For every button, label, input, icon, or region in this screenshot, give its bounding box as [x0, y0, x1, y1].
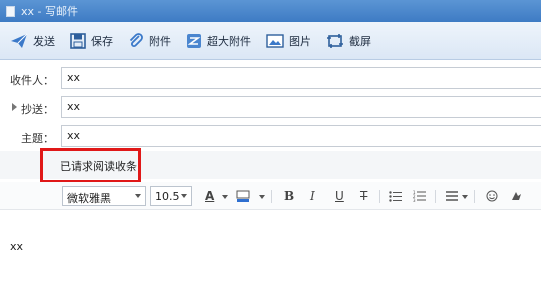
bold-icon[interactable]: B	[284, 189, 294, 203]
window-title: xx - 写邮件	[21, 5, 78, 18]
chevron-down-icon	[181, 194, 187, 198]
chevron-down-icon[interactable]	[259, 195, 265, 199]
save-label: 保存	[91, 34, 113, 48]
to-label: 收件人：	[10, 74, 54, 87]
big-attach-button[interactable]: 超大附件	[186, 29, 251, 53]
expand-arrow-icon[interactable]	[12, 103, 17, 111]
font-size-select[interactable]: 10.5	[150, 186, 192, 206]
cc-row: 抄送： xx	[0, 96, 541, 120]
chevron-down-icon[interactable]	[462, 195, 468, 199]
divider	[379, 190, 380, 203]
cc-field[interactable]: xx	[61, 96, 541, 118]
format-toolbar: 微软雅黑 10.5 A B I U T 1 2 3	[0, 182, 541, 210]
strikethrough-icon[interactable]: T	[360, 189, 367, 203]
subject-field[interactable]: xx	[61, 125, 541, 147]
image-button[interactable]: 图片	[266, 29, 311, 53]
document-icon	[6, 5, 15, 17]
emoji-icon[interactable]	[486, 190, 498, 202]
screenshot-button[interactable]: 截屏	[326, 29, 371, 53]
svg-text:3: 3	[413, 198, 416, 202]
send-label: 发送	[33, 34, 55, 48]
bullet-list-icon[interactable]	[389, 191, 402, 202]
chevron-down-icon	[135, 194, 141, 198]
save-button[interactable]: 保存	[70, 29, 113, 53]
attach-label: 附件	[149, 34, 171, 48]
save-icon	[70, 32, 86, 49]
screenshot-icon	[327, 33, 343, 48]
divider	[435, 190, 436, 203]
font-color-icon[interactable]: A	[205, 189, 214, 203]
subject-label: 主题：	[21, 132, 54, 145]
attach-button[interactable]: 附件	[128, 29, 171, 53]
to-row: 收件人： xx	[0, 67, 541, 91]
image-icon	[266, 33, 284, 48]
send-icon	[11, 33, 28, 48]
font-size-value: 10.5	[155, 190, 180, 203]
subject-row: 主题： xx	[0, 125, 541, 149]
to-field[interactable]: xx	[61, 67, 541, 89]
paperclip-icon	[129, 32, 143, 47]
numbered-list-icon[interactable]: 1 2 3	[413, 190, 426, 202]
divider	[271, 190, 272, 203]
align-icon[interactable]	[446, 191, 458, 201]
font-family-select[interactable]: 微软雅黑	[62, 186, 146, 206]
highlight-box	[40, 148, 141, 183]
screenshot-label: 截屏	[349, 34, 371, 48]
more-icon[interactable]	[510, 190, 522, 202]
highlight-color-icon[interactable]	[236, 190, 250, 202]
window-titlebar: xx - 写邮件	[0, 0, 541, 22]
big-attach-icon	[187, 33, 201, 48]
font-family-value: 微软雅黑	[67, 192, 111, 205]
underline-icon[interactable]: U	[335, 189, 344, 203]
divider	[474, 190, 475, 203]
chevron-down-icon[interactable]	[222, 195, 228, 199]
message-body[interactable]: xx	[10, 240, 23, 253]
compose-toolbar: 发送 保存 附件 超大附件 图片 截屏	[0, 22, 541, 60]
send-button[interactable]: 发送	[10, 29, 55, 53]
italic-icon[interactable]: I	[310, 189, 315, 203]
image-label: 图片	[289, 34, 311, 48]
cc-label: 抄送：	[21, 103, 54, 116]
big-attach-label: 超大附件	[207, 34, 251, 48]
